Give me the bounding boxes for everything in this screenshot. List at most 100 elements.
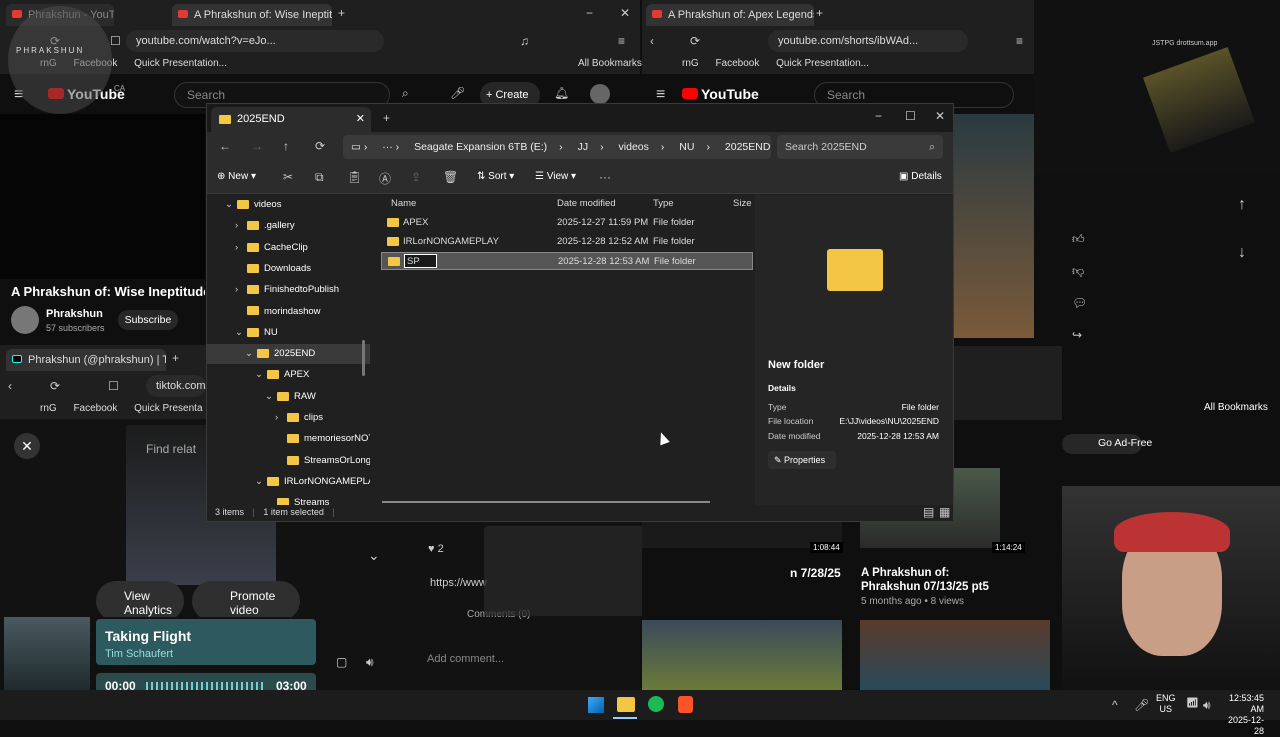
bookmark-icon[interactable]: ☐ — [108, 379, 119, 393]
chevron-down-icon[interactable]: ⌄ — [255, 472, 267, 492]
chevron-down-icon[interactable]: ⌄ — [235, 323, 247, 343]
properties-button[interactable]: ✎ Properties — [768, 451, 836, 469]
explorer-tab[interactable]: 2025END ✕ — [211, 107, 371, 132]
back-icon[interactable]: ← — [219, 139, 231, 153]
bookmark-quick-presentation[interactable]: Quick Presentation... — [776, 58, 869, 69]
dislike-icon[interactable]: 👎︎ — [1072, 264, 1084, 279]
url-bar[interactable]: tiktok.com/@ — [146, 375, 206, 397]
col-name[interactable]: Name — [391, 195, 416, 213]
tree-item[interactable]: ⌄ IRLorNONGAMEPLAY — [207, 472, 370, 492]
chevron-right-icon[interactable]: › — [275, 408, 287, 428]
more-icon[interactable]: ··· — [599, 170, 611, 184]
find-related[interactable]: Find relat — [146, 442, 196, 456]
breadcrumb-jj[interactable]: JJ — [578, 141, 589, 153]
go-ad-free-label[interactable]: Go Ad-Free — [1098, 437, 1152, 449]
file-explorer-icon[interactable] — [617, 697, 635, 712]
maximize-icon[interactable]: ☐ — [905, 109, 916, 123]
microphone-icon[interactable]: 🎤︎ — [1134, 698, 1149, 712]
tree-item[interactable]: StreamsOrLonger — [207, 451, 370, 471]
video-thumbnail-4[interactable] — [860, 620, 1050, 690]
like-icon[interactable]: 👍︎ — [1072, 232, 1085, 247]
volume-icon[interactable]: 🔊︎ — [366, 655, 374, 670]
up-icon[interactable]: ↑ — [283, 139, 289, 153]
tree-item[interactable]: › clips — [207, 408, 370, 428]
wifi-icon[interactable]: 📶︎ — [1186, 698, 1199, 709]
video-player[interactable] — [0, 114, 205, 279]
refresh-icon[interactable]: ⟳ — [315, 139, 325, 153]
bookmark-rng[interactable]: rnG — [682, 58, 699, 69]
avatar[interactable] — [590, 84, 610, 104]
tree-item[interactable]: ⌄ RAW — [207, 387, 370, 407]
chevron-down-icon[interactable]: ⌄ — [368, 547, 380, 564]
channel-avatar[interactable] — [11, 306, 39, 334]
comment-icon[interactable]: 💬︎ — [1072, 296, 1087, 310]
file-row[interactable]: SP 2025-12-28 12:53 AM File folder — [381, 252, 753, 270]
tree-item[interactable]: morindashow — [207, 302, 370, 322]
tiles-view-icon[interactable]: ▦ — [939, 504, 950, 521]
tab-tiktok[interactable]: Phrakshun (@phrakshun) | TikTok — [6, 349, 166, 371]
tree-item[interactable]: › FinishedtoPublish — [207, 280, 370, 300]
minimize-icon[interactable]: − — [875, 109, 882, 123]
breadcrumb-nu[interactable]: NU — [679, 141, 694, 153]
video-link[interactable]: https://www — [430, 577, 487, 589]
back-icon[interactable]: ‹ — [8, 379, 12, 393]
chevron-down-icon[interactable]: ⌄ — [265, 387, 277, 407]
clock[interactable]: 12:53:45 AM 2025-12-28 — [1222, 693, 1264, 737]
brave-icon[interactable] — [678, 696, 693, 713]
windows-start-icon[interactable] — [588, 697, 604, 713]
all-bookmarks[interactable]: All Bookmarks — [578, 54, 642, 74]
chevron-down-icon[interactable]: ⌄ — [225, 195, 237, 215]
hamburger-icon[interactable]: ≡ — [656, 86, 665, 104]
col-date[interactable]: Date modified — [557, 195, 616, 213]
back-icon[interactable]: ‹ — [650, 34, 654, 48]
arrow-down-icon[interactable]: ↓ — [1238, 244, 1246, 262]
new-tab-icon[interactable]: + — [383, 111, 390, 125]
close-window-icon[interactable]: ✕ — [620, 6, 630, 20]
chevron-right-icon[interactable]: › — [235, 216, 247, 236]
breadcrumb-more[interactable]: ··· › — [382, 141, 399, 153]
close-window-icon[interactable]: ✕ — [935, 109, 945, 123]
minimize-icon[interactable]: − — [586, 6, 593, 20]
subscribe-button[interactable]: Subscribe — [118, 310, 178, 330]
file-row[interactable]: APEX 2025-12-27 11:59 PM File folder — [381, 214, 753, 232]
close-icon[interactable]: ✕ — [14, 433, 40, 459]
tree-item[interactable]: memoriesorNOTRDY — [207, 429, 370, 449]
tab-apex-legends[interactable]: A Phrakshun of: Apex Legends S — [646, 4, 814, 26]
add-comment-input[interactable]: Add comment... — [427, 653, 504, 665]
new-tab-icon[interactable]: + — [816, 6, 823, 20]
view-button[interactable]: ☰ View ▾ — [535, 171, 576, 182]
url-bar[interactable]: youtube.com/watch?v=eJo... — [126, 30, 384, 52]
bookmark-icon[interactable]: ☐ — [110, 34, 121, 48]
rename-input[interactable]: SP — [404, 254, 437, 268]
short-video[interactable] — [954, 114, 1034, 338]
new-tab-icon[interactable]: + — [338, 6, 345, 20]
copy-icon[interactable]: ⧉ — [315, 170, 324, 185]
breadcrumb-videos[interactable]: videos — [619, 141, 649, 153]
sort-button[interactable]: ⇅ Sort ▾ — [477, 171, 514, 182]
tree-item[interactable]: ⌄ APEX — [207, 365, 370, 385]
chevron-down-icon[interactable]: ⌄ — [245, 344, 257, 364]
search-input[interactable]: Search 2025END ⌕ — [777, 135, 943, 159]
col-size[interactable]: Size — [733, 195, 751, 213]
tree-item[interactable]: ⌄ 2025END — [207, 344, 370, 365]
menu-icon[interactable]: ≡ — [1016, 34, 1023, 48]
bookmark-rng[interactable]: rnG — [40, 403, 57, 414]
bell-icon[interactable]: 🔔︎ — [554, 86, 569, 100]
bookmark-facebook[interactable]: Facebook — [73, 403, 117, 414]
chevron-right-icon[interactable]: › — [235, 238, 247, 258]
promote-video-button[interactable]: Promote video — [192, 581, 300, 621]
search-icon[interactable]: ⌕ — [402, 86, 409, 101]
tree-item[interactable]: ⌄ videos — [207, 195, 370, 215]
tree-item[interactable]: Downloads — [207, 259, 370, 279]
video-title-2[interactable]: A Phrakshun of: Phrakshun 07/13/25 pt5 — [861, 566, 1011, 594]
channel-name[interactable]: Phrakshun — [46, 308, 103, 320]
pip-icon[interactable]: ▢ — [336, 655, 347, 669]
share-icon[interactable]: ↪ — [1072, 328, 1082, 342]
close-tab-icon[interactable]: ✕ — [356, 107, 365, 132]
volume-icon[interactable]: 🔊︎ — [1203, 698, 1211, 713]
details-button[interactable]: ▣ Details — [899, 171, 942, 182]
delete-icon[interactable]: 🗑︎ — [443, 170, 458, 184]
details-view-icon[interactable]: ▤ — [923, 504, 934, 521]
bookmark-quick-presentation[interactable]: Quick Presenta — [134, 403, 202, 414]
breadcrumb[interactable]: ▭ › ··· › Seagate Expansion 6TB (E:) › JJ… — [343, 135, 786, 159]
